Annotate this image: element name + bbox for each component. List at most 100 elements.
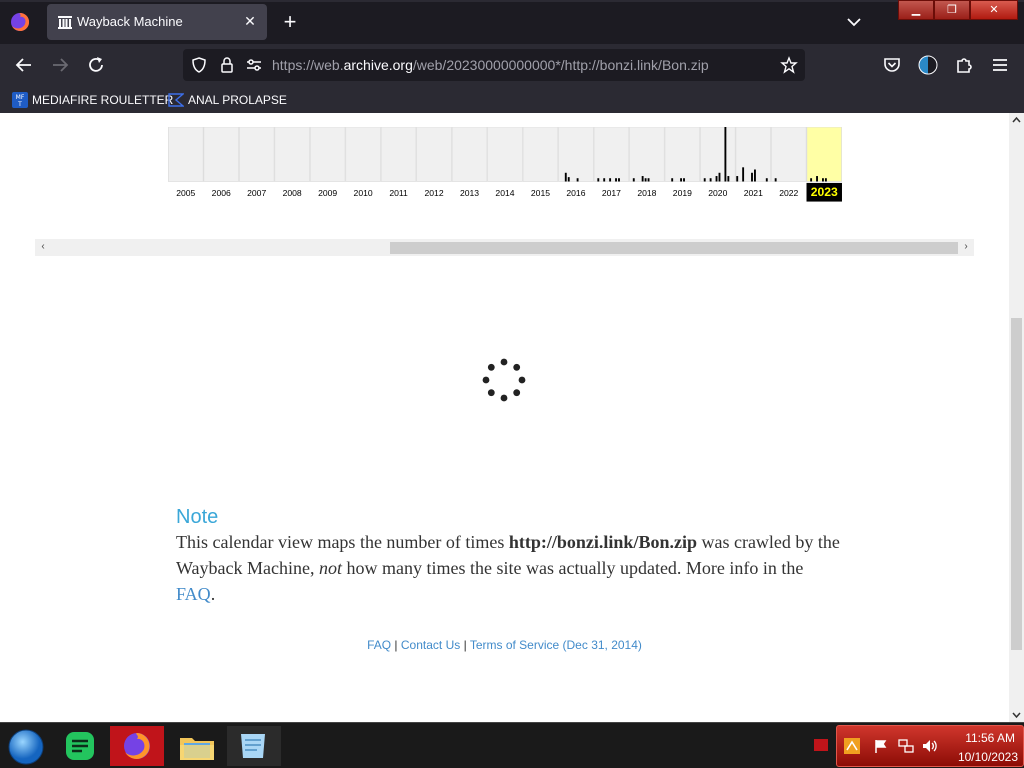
year-column-2023[interactable]: [806, 127, 842, 182]
year-column-2013[interactable]: [451, 127, 488, 182]
capture-sparkline-chart[interactable]: 2005 2006 2007 2008 2009 2010 2011 2012 2013 2014…: [35, 127, 975, 203]
notes-app-icon[interactable]: [58, 726, 102, 766]
capture-bar-2021-6: [751, 172, 753, 182]
page-vertical-scrollbar[interactable]: [1009, 113, 1024, 722]
action-center-flag-icon[interactable]: [873, 738, 889, 754]
tracking-protection-shield-icon[interactable]: [190, 56, 208, 74]
year-label-2010[interactable]: 2010: [354, 188, 373, 198]
scroll-down-arrow-icon[interactable]: [1011, 709, 1022, 720]
year-column-2020[interactable]: [700, 127, 736, 182]
notepad-app-icon[interactable]: [227, 726, 281, 766]
capture-bar-2018-5: [641, 176, 644, 182]
capture-bar-2021-3: [742, 167, 745, 182]
year-label-2011[interactable]: 2011: [389, 188, 408, 198]
tab-wayback-machine[interactable]: Wayback Machine ✕: [47, 4, 267, 40]
reload-icon[interactable]: [85, 54, 107, 76]
year-label-2005[interactable]: 2005: [176, 188, 195, 198]
bookmark-label: ANAL PROLAPSE: [188, 92, 287, 107]
capture-bar-2020-10: [727, 176, 730, 182]
scrollbar-thumb[interactable]: [1011, 318, 1022, 650]
year-label-2013[interactable]: 2013: [460, 188, 479, 198]
year-label-2020[interactable]: 2020: [708, 188, 727, 198]
capture-bar-2022-2: [774, 178, 777, 182]
footer-terms-link[interactable]: Terms of Service (Dec 31, 2014): [470, 638, 642, 652]
file-explorer-icon[interactable]: [170, 726, 224, 766]
year-column-2014[interactable]: [487, 127, 523, 182]
faq-link[interactable]: FAQ: [176, 584, 211, 604]
system-tray: 11:56 AM 10/10/2023: [836, 725, 1024, 767]
year-label-2018[interactable]: 2018: [637, 188, 656, 198]
year-column-2007[interactable]: [238, 127, 275, 182]
show-hidden-icons-icon[interactable]: [814, 739, 828, 751]
year-label-2017[interactable]: 2017: [602, 188, 621, 198]
lock-icon[interactable]: [218, 56, 236, 74]
year-column-2011[interactable]: [380, 127, 417, 182]
year-column-2008[interactable]: [274, 127, 310, 182]
app-menu-hamburger-icon[interactable]: [989, 54, 1011, 76]
year-column-2018[interactable]: [629, 127, 665, 182]
restore-button[interactable]: ❐: [934, 0, 970, 20]
capture-bar-2023-4: [816, 176, 818, 182]
year-column-2006[interactable]: [203, 127, 239, 182]
year-label-2008[interactable]: 2008: [283, 188, 302, 198]
close-window-button[interactable]: ✕: [970, 0, 1018, 20]
capture-bar-2018-6: [644, 178, 647, 182]
tab-close-icon[interactable]: ✕: [241, 12, 259, 30]
forward-icon[interactable]: [49, 54, 71, 76]
extensions-puzzle-icon[interactable]: [953, 54, 975, 76]
year-column-2021[interactable]: [735, 127, 772, 182]
year-column-2012[interactable]: [416, 127, 452, 182]
year-label-2007[interactable]: 2007: [247, 188, 266, 198]
tab-title: Wayback Machine: [77, 14, 183, 29]
list-all-tabs-icon[interactable]: [844, 12, 864, 32]
bookmark-star-icon[interactable]: [780, 56, 798, 74]
year-column-2009[interactable]: [309, 127, 346, 182]
start-orb-icon[interactable]: [4, 726, 46, 766]
year-column-2015[interactable]: [522, 127, 559, 182]
year-column-2016[interactable]: [558, 127, 594, 182]
volume-icon[interactable]: [921, 738, 939, 754]
address-bar[interactable]: https://web.archive.org/web/202300000000…: [183, 49, 805, 81]
new-tab-icon[interactable]: +: [279, 11, 301, 33]
year-label-2006[interactable]: 2006: [212, 188, 231, 198]
scrollbar-thumb[interactable]: [390, 242, 958, 254]
scroll-left-arrow-icon[interactable]: ‹: [37, 241, 49, 253]
scroll-up-arrow-icon[interactable]: [1011, 115, 1022, 126]
scroll-right-arrow-icon[interactable]: ›: [960, 241, 972, 253]
clock-date[interactable]: 10/10/2023: [958, 750, 1018, 764]
permissions-icon[interactable]: [245, 56, 263, 74]
year-label-2016[interactable]: 2016: [566, 188, 585, 198]
clock-time[interactable]: 11:56 AM: [965, 731, 1015, 745]
sparkline-horizontal-scrollbar[interactable]: ‹ ›: [35, 239, 974, 256]
bookmark-second[interactable]: ANAL PROLAPSE: [168, 90, 287, 109]
navigation-toolbar: https://web.archive.org/web/202300000000…: [0, 44, 1024, 86]
year-label-2014[interactable]: 2014: [495, 188, 514, 198]
year-column-2017[interactable]: [593, 127, 630, 182]
year-column-2005[interactable]: [168, 127, 204, 182]
year-column-2010[interactable]: [345, 127, 381, 182]
capture-bar-2020-9: [724, 127, 727, 182]
firefox-menu-icon[interactable]: [8, 10, 32, 34]
url-text[interactable]: https://web.archive.org/web/202300000000…: [272, 57, 709, 73]
year-label-2009[interactable]: 2009: [318, 188, 337, 198]
year-label-2015[interactable]: 2015: [531, 188, 550, 198]
network-icon[interactable]: [897, 738, 915, 754]
tray-app-icon[interactable]: [844, 738, 860, 754]
year-label-2023[interactable]: 2023: [811, 185, 838, 199]
year-column-2019[interactable]: [664, 127, 701, 182]
pocket-icon[interactable]: [881, 54, 903, 76]
footer-contact-link[interactable]: Contact Us: [401, 638, 460, 652]
year-column-2022[interactable]: [771, 127, 807, 182]
svg-text:T: T: [17, 101, 22, 108]
year-label-2019[interactable]: 2019: [673, 188, 692, 198]
bookmark-mediafire-rouletter[interactable]: MF T MEDIAFIRE ROULETTER: [12, 90, 173, 109]
dark-reader-extension-icon[interactable]: [917, 54, 939, 76]
captured-url: http://bonzi.link/Bon.zip: [508, 532, 697, 552]
back-icon[interactable]: [13, 54, 35, 76]
year-label-2021[interactable]: 2021: [744, 188, 763, 198]
year-label-2022[interactable]: 2022: [779, 188, 798, 198]
year-label-2012[interactable]: 2012: [424, 188, 443, 198]
firefox-taskbar-icon[interactable]: [110, 726, 164, 766]
footer-faq-link[interactable]: FAQ: [367, 638, 391, 652]
minimize-button[interactable]: ▁: [898, 0, 934, 20]
